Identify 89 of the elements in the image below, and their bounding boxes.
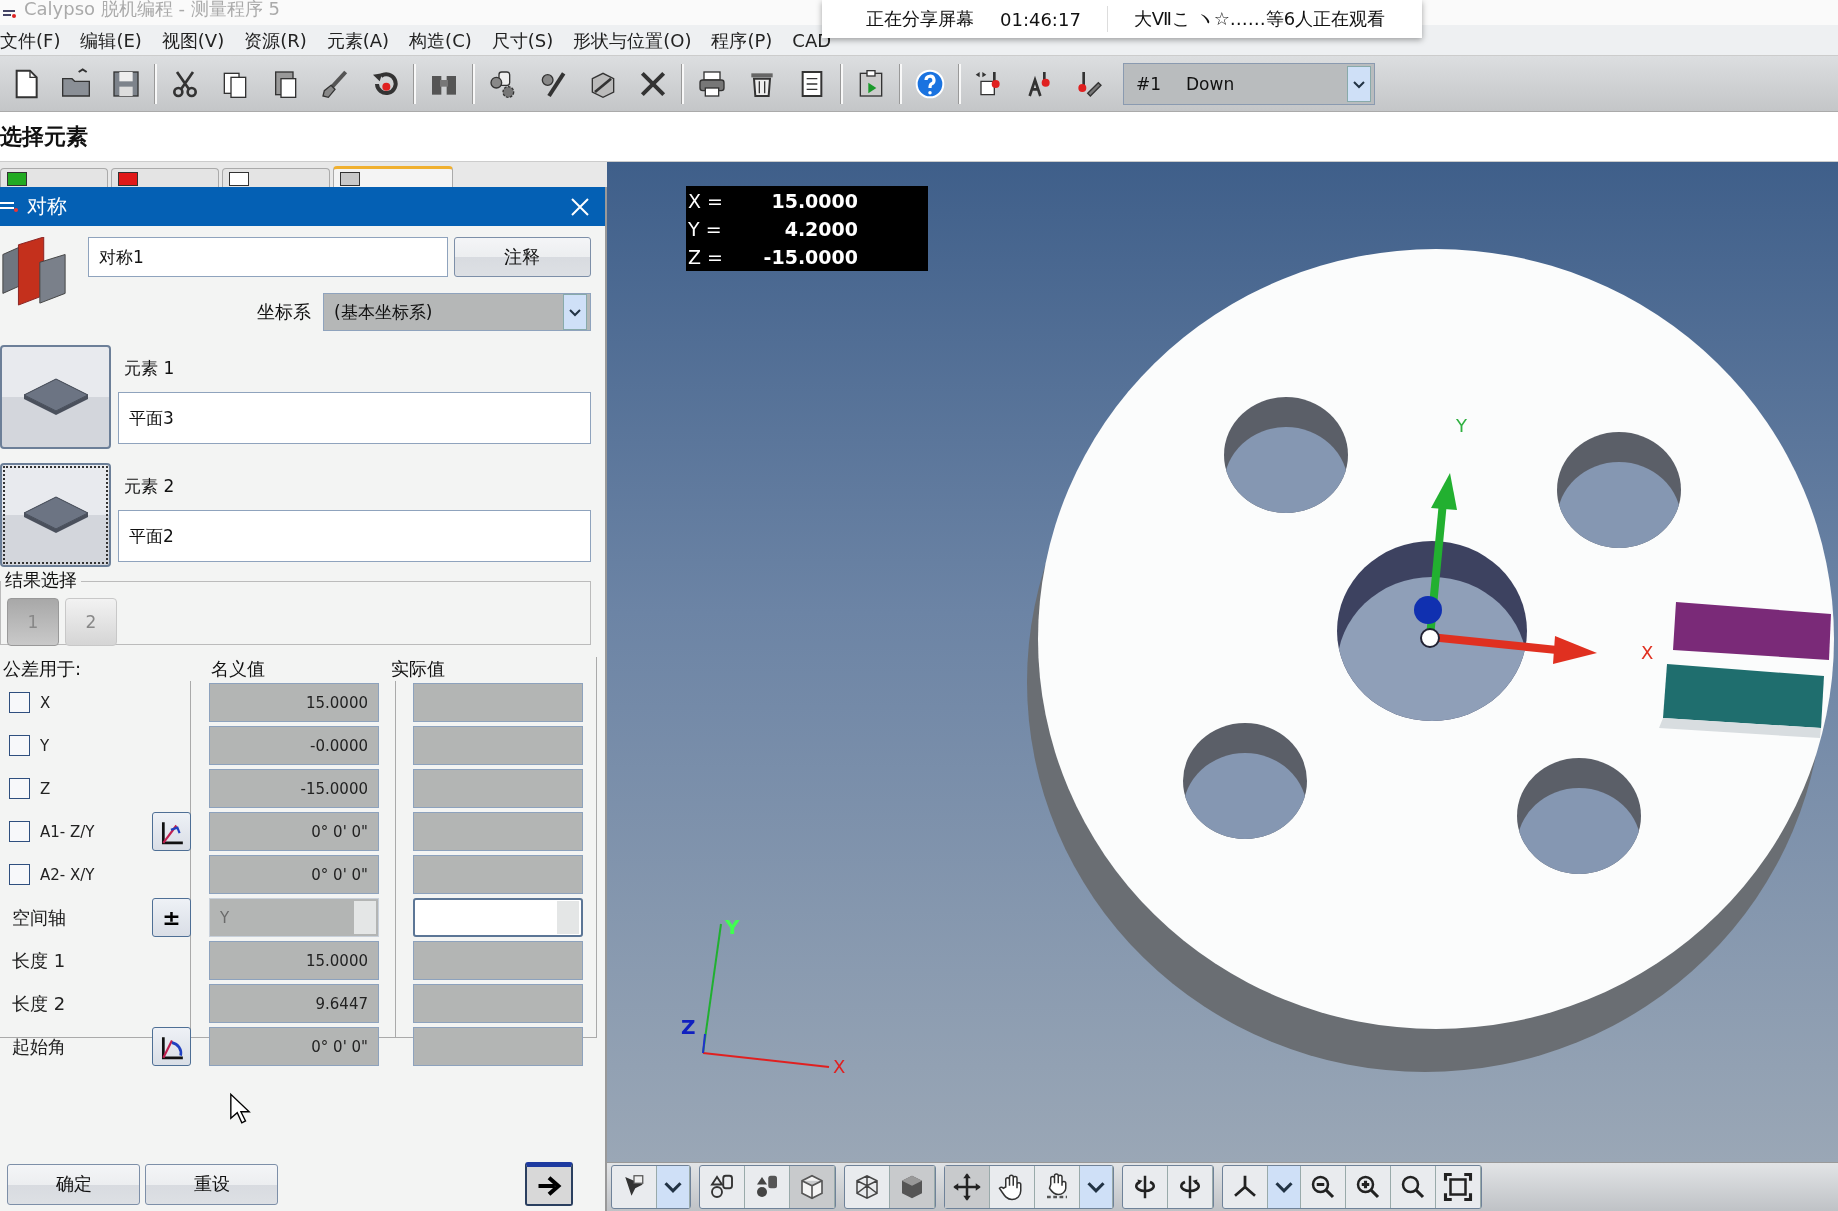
share-timer: 01:46:17	[1000, 8, 1081, 30]
element-button[interactable]	[0, 345, 111, 449]
checkbox[interactable]	[9, 735, 30, 756]
checkbox-label: Z	[40, 779, 51, 798]
dialog-title: 对称	[27, 193, 67, 220]
menu-item[interactable]: 尺寸(S)	[491, 30, 554, 52]
element-button[interactable]	[0, 463, 111, 567]
x-axis-label: X	[1641, 642, 1654, 663]
axis-name: X =	[687, 190, 724, 212]
element-label: 元素 1	[123, 357, 176, 380]
symmetry-planes-icon	[0, 237, 68, 307]
checkbox[interactable]	[9, 864, 30, 885]
axis-dropdown[interactable]	[413, 898, 583, 937]
feature-tab[interactable]	[0, 168, 108, 187]
element-field[interactable]: 平面2	[118, 510, 591, 562]
menu-item[interactable]: 构造(C)	[409, 30, 472, 52]
probe-value: Down	[1186, 73, 1236, 94]
move-arrows-icon[interactable]	[952, 1172, 982, 1202]
element-label: 元素 2	[123, 475, 176, 498]
plane-icon	[21, 377, 90, 417]
window-title: Calypso 脱机编程 - 测量程序 5	[24, 0, 280, 19]
viewer-count: 大Ⅶこ ヽ☆……等6人正在观看	[1133, 7, 1386, 31]
nominal-value-field: 15.0000	[209, 941, 379, 980]
menu-item[interactable]: 视图(V)	[161, 30, 225, 52]
cursor-icon	[229, 1092, 251, 1126]
checkbox-label: A2- X/Y	[40, 865, 95, 884]
close-button[interactable]	[569, 195, 591, 218]
y-axis-label: Y	[1456, 415, 1467, 436]
start-angle-button[interactable]	[152, 1027, 191, 1066]
axis-name: Z =	[687, 246, 724, 268]
share-status: 正在分享屏幕	[866, 7, 974, 31]
chevron-down-icon	[1352, 78, 1366, 89]
x-axis-label: X	[833, 1056, 846, 1077]
nominal-value-field: -0.0000	[209, 726, 379, 765]
menu-item[interactable]: 形状与位置(O)	[573, 30, 692, 52]
help-icon[interactable]	[914, 67, 946, 100]
feature-tab[interactable]	[111, 168, 219, 187]
next-button[interactable]	[525, 1162, 573, 1206]
menu-item[interactable]: 程序(P)	[711, 30, 773, 52]
comment-button[interactable]: 注释	[453, 237, 591, 277]
nominal-value-field: 9.6447	[209, 984, 379, 1023]
nominal-value-field: 0° 0' 0"	[209, 812, 379, 851]
chevron-down-icon	[568, 307, 582, 317]
row-label: 起始角	[12, 1034, 66, 1059]
axis-value: Y	[220, 908, 230, 927]
nominal-value-field: -15.0000	[209, 769, 379, 808]
angle-button[interactable]	[152, 812, 191, 851]
group-title: 结果选择	[1, 570, 81, 590]
coordinate-system-value: (基本坐标系)	[333, 300, 434, 324]
coordinate-value: 15.0000	[770, 190, 858, 212]
fit-frame-icon[interactable]	[1443, 1172, 1473, 1202]
nominal-value-field: 15.0000	[209, 683, 379, 722]
plus-minus-button[interactable]: ±	[152, 898, 191, 937]
nominal-value-field: 0° 0' 0"	[209, 1027, 379, 1066]
app-icon	[2, 7, 18, 18]
element-field[interactable]: 平面3	[118, 392, 591, 444]
checkbox-label: Y	[40, 736, 50, 755]
menu-item[interactable]: 编辑(E)	[80, 30, 142, 52]
section-label: 选择元素	[0, 122, 88, 151]
checkbox[interactable]	[9, 778, 30, 799]
row-label: 长度 2	[12, 991, 66, 1016]
menu-item[interactable]: 文件(F)	[0, 30, 61, 52]
y-axis-label: Y	[725, 915, 740, 939]
row-label: 空间轴	[12, 905, 66, 930]
z-axis-label: Z	[681, 1015, 696, 1039]
menu-item[interactable]: 元素(A)	[326, 30, 390, 52]
checkbox[interactable]	[9, 692, 30, 713]
name-field[interactable]: 对称1	[88, 237, 448, 277]
nominal-value-field: 0° 0' 0"	[209, 855, 379, 894]
checkbox-label: X	[40, 693, 51, 712]
dialog-icon	[0, 200, 19, 213]
checkbox-label: A1- Z/Y	[40, 822, 95, 841]
coordinate-value: 4.2000	[783, 218, 858, 240]
probe-number: #1	[1136, 73, 1163, 94]
coordinate-system-dropdown[interactable]: (基本坐标系)	[323, 293, 591, 331]
ok-button[interactable]: 确定	[7, 1163, 140, 1205]
checkbox[interactable]	[9, 821, 30, 842]
row-label: 长度 1	[12, 948, 66, 973]
feature-tab[interactable]	[333, 166, 453, 187]
feature-tab[interactable]	[222, 168, 330, 187]
coordinate-system-label: 坐标系	[257, 300, 311, 324]
folder-icon[interactable]	[60, 67, 92, 100]
3d-viewport[interactable]: Y X Y Z X X = 15.0000 Y = 4.2000 Z = -15.0000	[607, 162, 1838, 1162]
probe-dropdown[interactable]: #1 Down	[1123, 62, 1375, 105]
coordinate-value: -15.0000	[762, 246, 858, 268]
menu-item[interactable]: 资源(R)	[244, 30, 307, 52]
axis-name: Y =	[687, 218, 723, 240]
reset-button[interactable]: 重设	[145, 1163, 278, 1205]
plane-icon	[21, 495, 90, 535]
